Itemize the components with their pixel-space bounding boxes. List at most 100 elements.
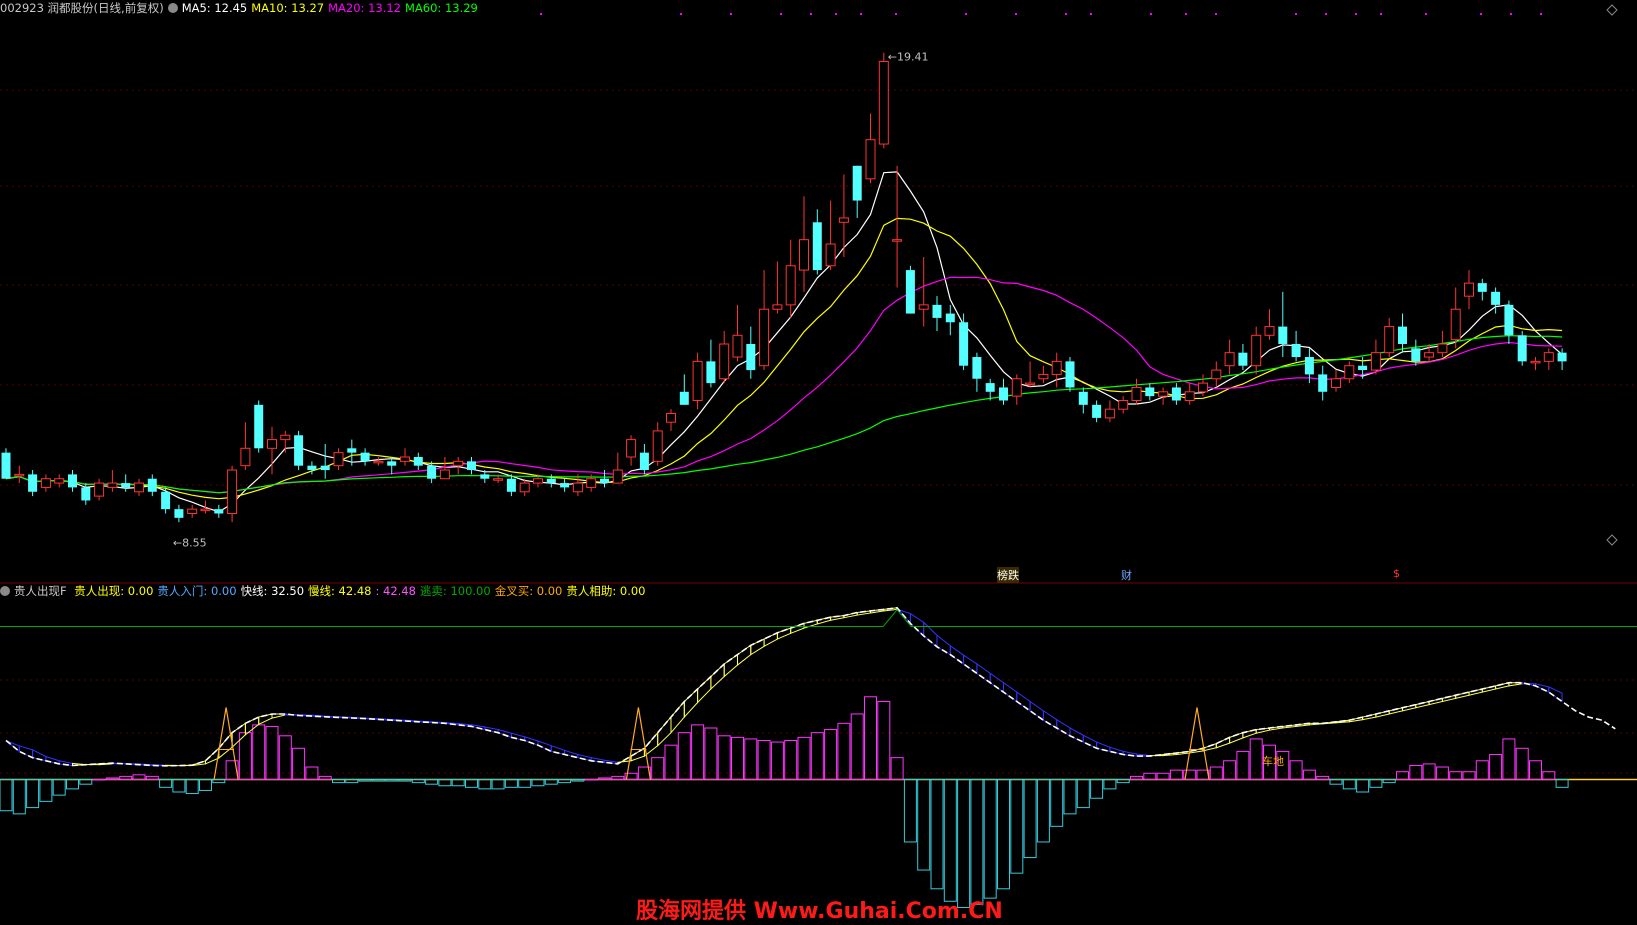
candle-body	[1039, 374, 1048, 378]
candle-body	[587, 479, 596, 488]
histogram-bar	[213, 780, 225, 783]
candle-body	[55, 479, 64, 483]
settings-dot-icon[interactable]	[168, 3, 178, 13]
histogram-bar	[904, 780, 916, 842]
candle-body	[693, 361, 702, 400]
candle-body	[427, 466, 436, 479]
indicator-value-3: 慢线: 42.48	[308, 584, 371, 598]
candle-body	[613, 470, 622, 483]
histogram-bar	[1490, 755, 1502, 780]
event-dot	[730, 13, 732, 15]
event-dot	[780, 13, 782, 15]
event-dot	[1510, 13, 1512, 15]
histogram-bar	[200, 780, 212, 791]
histogram-bar	[13, 780, 25, 814]
candle-body	[1292, 344, 1301, 357]
histogram-bar	[27, 780, 39, 808]
histogram-bar	[958, 780, 970, 908]
event-marker-2: 财	[1121, 567, 1132, 583]
candle-body	[387, 461, 396, 465]
candle-body	[1558, 353, 1567, 362]
candle-body	[839, 218, 848, 222]
candle-body	[1478, 283, 1487, 292]
histogram-bar	[160, 780, 172, 788]
candle-body	[1145, 387, 1154, 396]
candle-body	[1105, 409, 1114, 418]
ma60-value: MA60: 13.29	[405, 1, 478, 15]
ma5-line	[6, 172, 1562, 512]
ma10-line	[6, 218, 1562, 498]
histogram-bar	[1037, 780, 1049, 842]
indicator-ribbon	[684, 689, 697, 717]
histogram-bar	[266, 726, 278, 779]
histogram-bar	[1011, 780, 1023, 874]
histogram-bar	[505, 780, 517, 788]
event-dot	[1065, 13, 1067, 15]
candle-body	[667, 414, 676, 423]
candle-body	[414, 457, 423, 466]
histogram-bar	[1237, 751, 1249, 779]
candle-body	[520, 483, 529, 492]
histogram-bar	[106, 778, 118, 780]
event-dot	[1150, 13, 1152, 15]
histogram-bar	[1383, 780, 1395, 783]
candle-body	[241, 448, 250, 465]
histogram-bar	[186, 780, 198, 794]
candle-body	[1119, 400, 1128, 409]
candle-body	[1172, 387, 1181, 400]
indicator-ribbon	[1004, 683, 1017, 702]
histogram-bar	[452, 780, 464, 786]
histogram-bar	[1303, 770, 1315, 779]
candle-body	[1199, 383, 1208, 392]
candle-body	[68, 474, 77, 487]
histogram-bar	[1343, 780, 1355, 789]
indicator-value-4: : 42.48	[375, 584, 415, 598]
histogram-bar	[1224, 761, 1236, 780]
candle-body	[108, 483, 117, 487]
event-marker-1: 榜跌	[997, 567, 1019, 583]
indicator-dot-icon[interactable]	[0, 586, 10, 596]
histogram-bar	[173, 780, 185, 792]
event-dot	[1425, 13, 1427, 15]
candle-body	[560, 483, 569, 487]
event-dot	[1540, 13, 1542, 15]
candle-body	[680, 392, 689, 405]
low-price-label: ←8.55	[173, 536, 207, 549]
histogram-bar	[479, 780, 491, 789]
indicator-ribbon	[1030, 701, 1043, 720]
event-dot	[540, 13, 542, 15]
candle-body	[760, 309, 769, 366]
diamond-icon	[1607, 535, 1617, 545]
candle-body	[121, 483, 130, 487]
histogram-bar	[1104, 780, 1116, 789]
histogram-bar	[1290, 761, 1302, 780]
indicator-value-1: 贵人入门: 0.00	[157, 584, 236, 598]
histogram-bar	[346, 780, 358, 783]
candle-body	[1332, 379, 1341, 388]
indicator-ribbon	[724, 655, 737, 677]
histogram-bar	[319, 776, 331, 779]
candle-body	[733, 335, 742, 357]
histogram-bar	[40, 780, 52, 802]
candle-body	[1265, 327, 1274, 336]
candle-body	[1012, 379, 1021, 396]
ma60-line	[6, 336, 1562, 493]
event-dot	[1015, 13, 1017, 15]
histogram-bar	[851, 714, 863, 780]
histogram-bar	[891, 758, 903, 780]
indicator-ribbon	[764, 633, 777, 647]
candle-body	[228, 470, 237, 513]
candle-body	[1225, 353, 1234, 366]
event-dot	[1355, 13, 1357, 15]
histogram-bar	[572, 780, 584, 782]
event-dot	[1185, 13, 1187, 15]
indicator-ribbon	[1083, 735, 1096, 748]
histogram-bar	[67, 780, 79, 789]
event-dot	[1295, 13, 1297, 15]
histogram-bar	[0, 780, 12, 811]
candle-body	[826, 244, 835, 266]
candle-body	[1451, 309, 1460, 339]
candle-body	[720, 344, 729, 379]
candle-body	[467, 461, 476, 470]
candle-body	[507, 479, 516, 492]
